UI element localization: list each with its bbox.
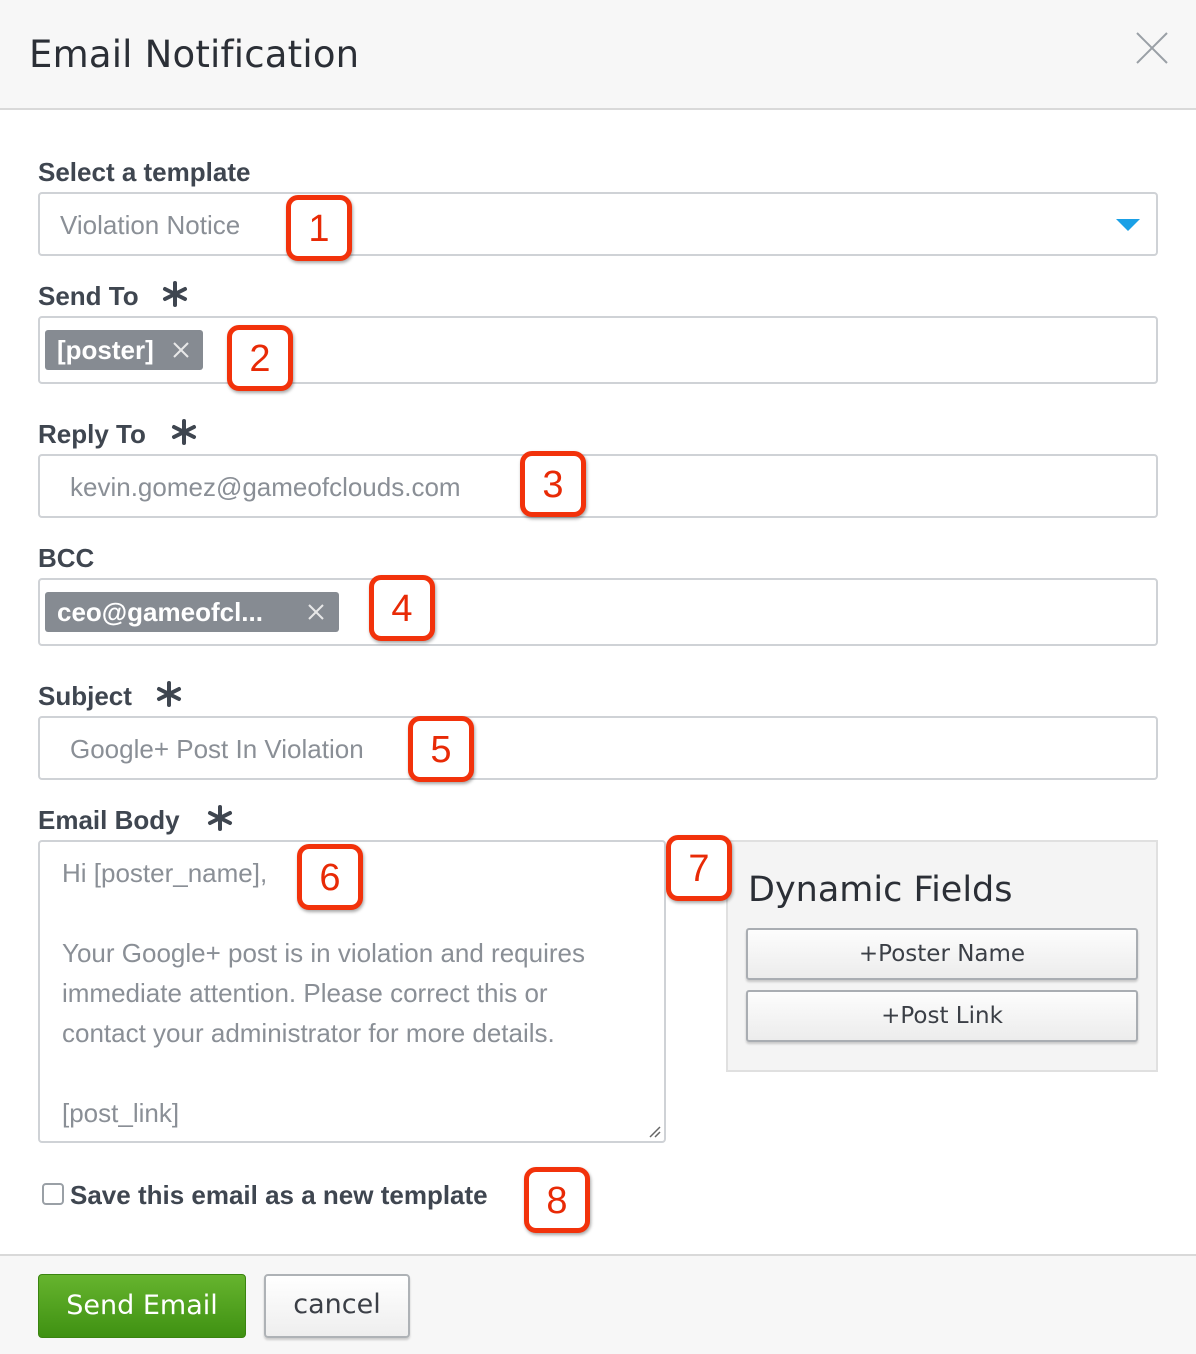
callout-badge: 1 [286, 195, 352, 261]
reply-to-value: kevin.gomez@gameofclouds.com [70, 472, 461, 502]
asterisk-icon [157, 681, 181, 707]
body-line: Hi [poster_name], [62, 858, 268, 888]
add-poster-name-button[interactable]: +Poster Name [746, 928, 1138, 980]
asterisk-icon [163, 281, 187, 307]
template-label: Select a template [38, 157, 251, 187]
asterisk-icon [172, 419, 196, 445]
callout-badge: 2 [227, 325, 293, 391]
add-post-link-button[interactable]: +Post Link [746, 990, 1138, 1042]
body-line: Your Google+ post is in violation and re… [62, 938, 585, 968]
asterisk-icon [208, 805, 232, 831]
remove-chip-icon[interactable] [307, 603, 325, 621]
body-line: [post_link] [62, 1098, 180, 1128]
body-line: contact your administrator for more deta… [62, 1018, 555, 1048]
email-body-label: Email Body [38, 805, 180, 835]
dialog-title: Email Notification [29, 33, 360, 76]
dialog-header: Email Notification [0, 0, 1196, 110]
save-template-label[interactable]: Save this email as a new template [70, 1180, 488, 1211]
callout-badge: 3 [520, 451, 586, 517]
dynamic-fields-panel: Dynamic Fields +Poster Name +Post Link [726, 840, 1158, 1072]
reply-to-input[interactable]: kevin.gomez@gameofclouds.com [38, 454, 1158, 518]
dynamic-fields-title: Dynamic Fields [748, 870, 1013, 910]
bcc-field[interactable]: ceo@gameofcl... [38, 578, 1158, 646]
caret-down-icon[interactable] [1116, 219, 1140, 231]
bcc-chip-label: ceo@gameofcl... [57, 597, 263, 627]
close-icon[interactable] [1134, 30, 1170, 66]
save-template-checkbox[interactable] [42, 1183, 64, 1205]
subject-label: Subject [38, 681, 132, 711]
template-selected-value: Violation Notice [60, 210, 241, 240]
send-email-button[interactable]: Send Email [38, 1274, 246, 1338]
resize-grip-icon[interactable] [647, 1124, 661, 1138]
callout-badge: 7 [666, 835, 732, 901]
callout-badge: 6 [297, 844, 363, 910]
callout-badge: 8 [524, 1167, 590, 1233]
template-select[interactable]: Violation Notice [38, 192, 1158, 256]
recipient-chip-label: [poster] [57, 335, 154, 365]
cancel-button[interactable]: cancel [264, 1274, 410, 1338]
callout-badge: 5 [408, 716, 474, 782]
bcc-chip: ceo@gameofcl... [45, 592, 339, 632]
send-to-field[interactable]: [poster] [38, 316, 1158, 384]
subject-value: Google+ Post In Violation [70, 734, 364, 764]
recipient-chip: [poster] [45, 330, 203, 370]
callout-badge: 4 [369, 575, 435, 641]
body-line: immediate attention. Please correct this… [62, 978, 548, 1008]
reply-to-label: Reply To [38, 419, 146, 449]
subject-input[interactable]: Google+ Post In Violation [38, 716, 1158, 780]
remove-chip-icon[interactable] [172, 341, 190, 359]
send-to-label: Send To [38, 281, 139, 311]
bcc-label: BCC [38, 543, 95, 573]
